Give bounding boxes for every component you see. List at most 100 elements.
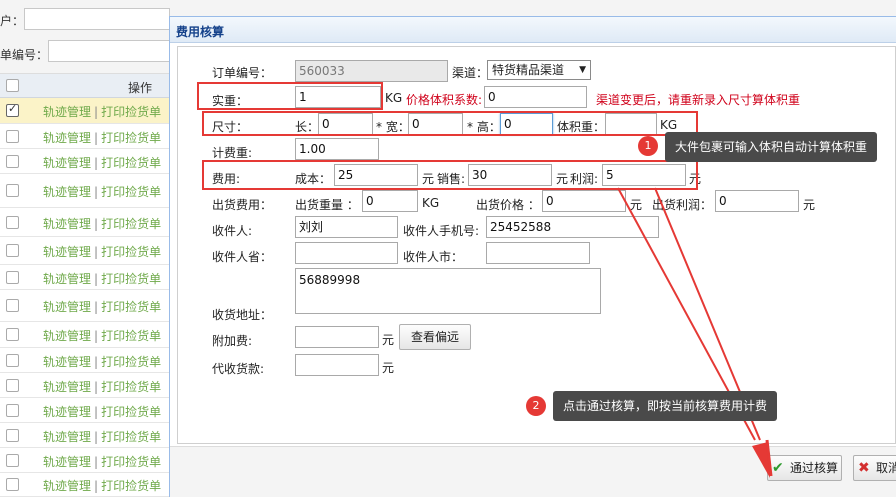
row-checkbox[interactable]: [6, 299, 19, 312]
track-management-link[interactable]: 轨迹管理: [43, 185, 91, 199]
print-pick-list-link[interactable]: 打印捡货单: [101, 272, 161, 286]
width-label: * 宽：: [376, 120, 410, 134]
link-separator: |: [94, 185, 99, 199]
row-checkbox[interactable]: [6, 328, 19, 341]
order-no-filter-input[interactable]: [48, 40, 170, 62]
track-management-link[interactable]: 轨迹管理: [43, 300, 91, 314]
cancel-button-label: 取消: [876, 461, 896, 475]
row-actions: 轨迹管理 | 打印捡货单: [43, 477, 161, 494]
profit-input[interactable]: 5: [602, 164, 686, 186]
track-management-link[interactable]: 轨迹管理: [43, 380, 91, 394]
table-row[interactable]: 轨迹管理|打印捡货单: [0, 124, 170, 149]
row-checkbox[interactable]: [6, 478, 19, 491]
track-management-link[interactable]: 轨迹管理: [43, 217, 91, 231]
row-checkbox[interactable]: [6, 379, 19, 392]
print-pick-list-link[interactable]: 打印捡货单: [101, 300, 161, 314]
table-row[interactable]: 轨迹管理|打印捡货单: [0, 237, 170, 265]
print-pick-list-link[interactable]: 打印捡货单: [101, 105, 161, 119]
track-management-link[interactable]: 轨迹管理: [43, 405, 91, 419]
row-checkbox[interactable]: [6, 184, 19, 197]
row-checkbox[interactable]: [6, 404, 19, 417]
length-input[interactable]: 0: [318, 113, 373, 135]
cancel-button[interactable]: ✖ 取消: [853, 455, 896, 481]
charge-weight-input[interactable]: 1.00: [295, 138, 379, 160]
track-management-link[interactable]: 轨迹管理: [43, 329, 91, 343]
table-row[interactable]: 轨迹管理|打印捡货单: [0, 373, 170, 398]
channel-select[interactable]: 特货精品渠道 ▼: [487, 60, 591, 80]
cod-input[interactable]: [295, 354, 379, 376]
table-row[interactable]: 轨迹管理|打印捡货单: [0, 290, 170, 322]
print-pick-list-link[interactable]: 打印捡货单: [101, 455, 161, 469]
select-all-checkbox[interactable]: [6, 79, 19, 92]
tip1-tooltip: 大件包裹可输入体积自动计算体积重: [665, 132, 878, 162]
track-management-link[interactable]: 轨迹管理: [43, 355, 91, 369]
track-management-link[interactable]: 轨迹管理: [43, 156, 91, 170]
receiver-input[interactable]: 刘刘: [295, 216, 398, 238]
volume-weight-input[interactable]: [605, 113, 657, 135]
width-input[interactable]: 0: [408, 113, 463, 135]
row-checkbox[interactable]: [6, 271, 19, 284]
row-checkbox[interactable]: [6, 244, 19, 257]
table-row[interactable]: 轨迹管理|打印捡货单: [0, 174, 170, 208]
row-checkbox[interactable]: [6, 354, 19, 367]
row-checkbox[interactable]: [6, 155, 19, 168]
row-checkbox[interactable]: [6, 130, 19, 143]
ship-profit-input[interactable]: 0: [715, 190, 799, 212]
track-management-link[interactable]: 轨迹管理: [43, 105, 91, 119]
track-management-link[interactable]: 轨迹管理: [43, 430, 91, 444]
table-row[interactable]: 轨迹管理|打印捡货单: [0, 322, 170, 348]
check-remote-button[interactable]: 查看偏远: [399, 324, 471, 350]
track-management-link[interactable]: 轨迹管理: [43, 479, 91, 493]
province-input[interactable]: [295, 242, 398, 264]
approve-button[interactable]: ✔ 通过核算: [767, 455, 842, 481]
table-row[interactable]: 轨迹管理|打印捡货单: [0, 265, 170, 290]
track-management-link[interactable]: 轨迹管理: [43, 272, 91, 286]
dialog-title-bar: 费用核算: [170, 17, 896, 43]
print-pick-list-link[interactable]: 打印捡货单: [101, 185, 161, 199]
table-row[interactable]: 轨迹管理|打印捡货单: [0, 348, 170, 373]
row-checkbox[interactable]: [6, 102, 19, 117]
print-pick-list-link[interactable]: 打印捡货单: [101, 245, 161, 259]
row-checkbox[interactable]: [6, 216, 19, 229]
order-no-field[interactable]: 560033: [295, 60, 448, 82]
height-input[interactable]: 0: [500, 113, 553, 135]
cost-input[interactable]: 25: [334, 164, 418, 186]
ship-price-input[interactable]: 0: [542, 190, 626, 212]
table-row[interactable]: 轨迹管理|打印捡货单: [0, 473, 170, 497]
table-row[interactable]: 轨迹管理|打印捡货单: [0, 98, 170, 124]
link-separator: |: [94, 245, 99, 259]
row-checkbox[interactable]: [6, 454, 19, 467]
link-separator: |: [94, 430, 99, 444]
print-pick-list-link[interactable]: 打印捡货单: [101, 131, 161, 145]
print-pick-list-link[interactable]: 打印捡货单: [101, 329, 161, 343]
city-input[interactable]: [486, 242, 590, 264]
tip2-tooltip: 点击通过核算，即按当前核算费用计费: [553, 391, 778, 421]
print-pick-list-link[interactable]: 打印捡货单: [101, 156, 161, 170]
track-management-link[interactable]: 轨迹管理: [43, 245, 91, 259]
volume-factor-input[interactable]: 0: [484, 86, 587, 108]
customer-input[interactable]: [24, 8, 170, 30]
receiver-phone-input[interactable]: 25452588: [486, 216, 659, 238]
print-pick-list-link[interactable]: 打印捡货单: [101, 380, 161, 394]
table-row[interactable]: 轨迹管理|打印捡货单: [0, 448, 170, 473]
print-pick-list-link[interactable]: 打印捡货单: [101, 430, 161, 444]
ship-weight-input[interactable]: 0: [362, 190, 418, 212]
link-separator: |: [94, 131, 99, 145]
channel-label: 渠道：: [452, 66, 489, 80]
extra-fee-input[interactable]: [295, 326, 379, 348]
actual-weight-input[interactable]: 1: [295, 86, 381, 108]
table-row[interactable]: 轨迹管理|打印捡货单: [0, 398, 170, 423]
print-pick-list-link[interactable]: 打印捡货单: [101, 479, 161, 493]
print-pick-list-link[interactable]: 打印捡货单: [101, 217, 161, 231]
row-checkbox[interactable]: [6, 429, 19, 442]
track-management-link[interactable]: 轨迹管理: [43, 455, 91, 469]
track-management-link[interactable]: 轨迹管理: [43, 131, 91, 145]
table-row[interactable]: 轨迹管理|打印捡货单: [0, 423, 170, 448]
table-row[interactable]: 轨迹管理|打印捡货单: [0, 208, 170, 237]
table-row[interactable]: 轨迹管理|打印捡货单: [0, 149, 170, 174]
print-pick-list-link[interactable]: 打印捡货单: [101, 405, 161, 419]
address-textarea[interactable]: 56889998: [295, 268, 601, 314]
sale-input[interactable]: 30: [468, 164, 552, 186]
row-actions: 轨迹管理 | 打印捡货单: [43, 103, 161, 120]
print-pick-list-link[interactable]: 打印捡货单: [101, 355, 161, 369]
